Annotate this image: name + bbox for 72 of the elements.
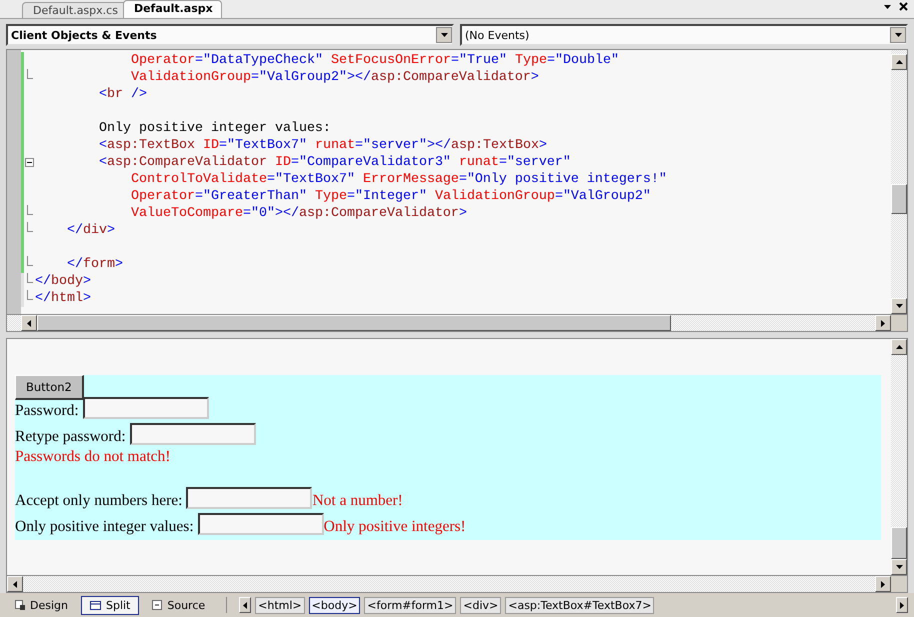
- scroll-down-button[interactable]: [891, 298, 907, 314]
- vertical-scrollbar[interactable]: [891, 50, 907, 314]
- scroll-down-icon: [896, 304, 902, 308]
- code-line: Only positive integer values:: [98, 120, 332, 137]
- code-line: </body>: [35, 273, 92, 290]
- code-line: Operator="GreaterThan" Type="Integer" ValidationGroup="ValGroup2": [130, 188, 652, 205]
- vertical-scrollbar[interactable]: [891, 339, 907, 575]
- dropdown[interactable]: Client Objects & Events: [6, 24, 454, 46]
- view-tab[interactable]: Design: [6, 596, 77, 614]
- scroll-thumb[interactable]: [37, 315, 671, 331]
- dropdown-arrow-icon: [884, 4, 891, 8]
- scroll-up-button[interactable]: [891, 54, 907, 70]
- scroll-up-icon: [896, 60, 902, 64]
- code-line: <asp:TextBox ID="TextBox7" runat="server"></asp:TextBox>: [98, 137, 548, 154]
- view-tab[interactable]: Split: [80, 596, 140, 614]
- code-line: ValidationGroup="ValGroup2"></asp:CompareValidator>: [130, 69, 540, 86]
- text-input[interactable]: [82, 397, 209, 419]
- scroll-down-button[interactable]: [891, 559, 907, 575]
- scrollbar-corner: [891, 315, 907, 331]
- code-line: </div>: [66, 222, 116, 239]
- scroll-right-button[interactable]: [875, 576, 891, 592]
- validation-message: Passwords do not match!: [15, 448, 170, 466]
- dropdown[interactable]: (No Events): [460, 24, 908, 46]
- code-line: </html>: [35, 290, 92, 307]
- scroll-down-icon: [896, 565, 902, 569]
- close-icon[interactable]: [899, 2, 908, 11]
- code-line: ControlToValidate="TextBox7" ErrorMessage="Only positive integers!": [130, 171, 668, 188]
- scroll-left-button[interactable]: [21, 315, 37, 331]
- horizontal-scrollbar[interactable]: [6, 576, 908, 593]
- scroll-thumb[interactable]: [891, 527, 907, 559]
- code-line: Operator="DataTypeCheck" SetFocusOnError="True" Type="Double": [130, 52, 620, 69]
- code-line: <br />: [98, 86, 148, 103]
- scroll-left-icon: [27, 320, 31, 326]
- scroll-left-icon: [13, 580, 17, 588]
- caret-icon: [440, 33, 448, 37]
- code-line: <asp:CompareValidator ID="CompareValidator3" runat="server": [98, 154, 572, 171]
- scroll-left-button[interactable]: [239, 597, 252, 613]
- field-label: Retype password:: [15, 428, 126, 446]
- code-line: ValueToCompare="0"></asp:CompareValidator>: [130, 205, 468, 222]
- scroll-thumb[interactable]: [891, 184, 907, 214]
- caret-icon: [894, 33, 902, 37]
- collapse-icon[interactable]: [25, 158, 34, 167]
- scroll-up-icon: [896, 345, 902, 349]
- breadcrumb[interactable]: <html>: [255, 596, 305, 614]
- scroll-up-button[interactable]: [891, 339, 907, 355]
- code-line: </form>: [66, 256, 124, 273]
- field-label: Accept only numbers here:: [15, 492, 182, 510]
- text-input[interactable]: [198, 513, 324, 535]
- document-tab[interactable]: Default.aspx: [122, 0, 222, 18]
- horizontal-scrollbar[interactable]: [6, 315, 908, 332]
- field-label: Only positive integer values:: [15, 518, 194, 536]
- scroll-left-icon: [243, 602, 248, 608]
- scroll-right-button[interactable]: [875, 315, 891, 331]
- source-icon: [152, 600, 162, 610]
- breadcrumb[interactable]: <asp:TextBox#TextBox7>: [505, 596, 654, 614]
- field-label: Password:: [15, 402, 79, 420]
- scroll-right-button[interactable]: [896, 597, 908, 613]
- scroll-left-button[interactable]: [7, 576, 23, 592]
- breadcrumb[interactable]: <form#form1>: [364, 596, 456, 614]
- scroll-right-icon: [900, 602, 904, 608]
- form-button[interactable]: Button2: [15, 375, 84, 400]
- design-icon: [15, 600, 25, 610]
- validation-message: Only positive integers!: [324, 518, 466, 536]
- validation-message: Not a number!: [312, 492, 403, 510]
- split-icon: [90, 600, 101, 610]
- text-input[interactable]: [186, 487, 312, 509]
- scroll-right-icon: [881, 580, 885, 588]
- breadcrumb[interactable]: <body>: [308, 596, 360, 614]
- breadcrumb[interactable]: <div>: [460, 596, 502, 614]
- text-input[interactable]: [130, 423, 256, 445]
- view-tab[interactable]: Source: [143, 596, 214, 614]
- scroll-right-icon: [881, 320, 885, 326]
